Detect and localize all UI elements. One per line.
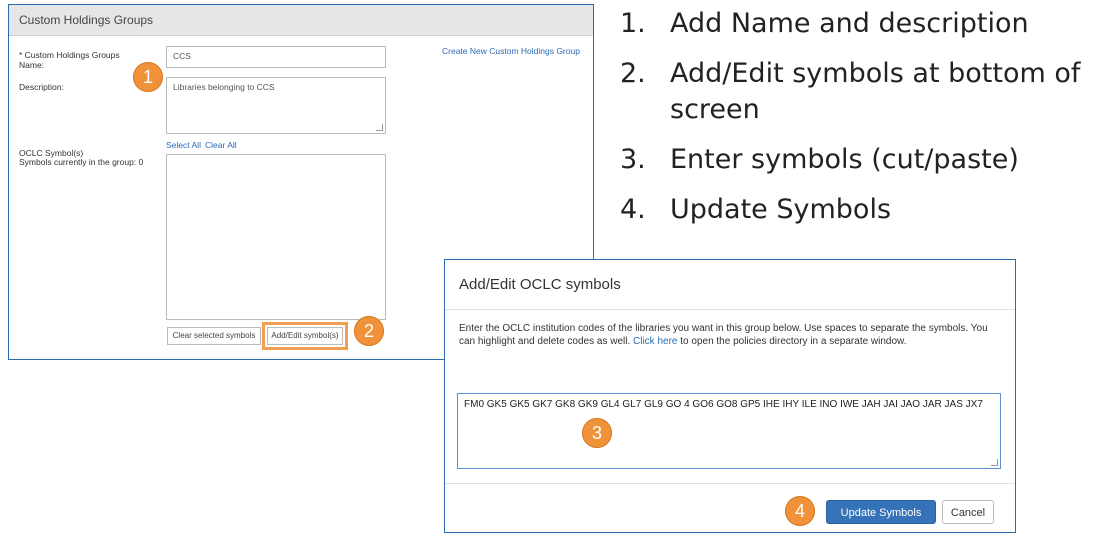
instruction-steps: 1. Add Name and description 2. Add/Edit sy… (620, 6, 1100, 242)
description-label: Description: (19, 82, 64, 92)
symbols-textarea[interactable]: FM0 GK5 GK5 GK7 GK8 GK9 GL4 GL7 GL9 GO 4… (457, 393, 1001, 469)
step-item: 3. Enter symbols (cut/paste) (620, 142, 1100, 178)
clear-selected-symbols-button[interactable]: Clear selected symbols (167, 327, 261, 345)
symbols-count: Symbols currently in the group: 0 (19, 157, 144, 167)
create-new-group-link[interactable]: Create New Custom Holdings Group (442, 46, 580, 56)
step-item: 1. Add Name and description (620, 6, 1100, 42)
step-number: 1. (620, 8, 646, 39)
step-badge-1: 1 (133, 62, 163, 92)
step-badge-4: 4 (785, 496, 815, 526)
symbols-value: FM0 GK5 GK5 GK7 GK8 GK9 GL4 GL7 GL9 GO 4… (464, 399, 983, 410)
step-number: 2. (620, 58, 646, 89)
step-badge-2: 2 (354, 316, 384, 346)
step-text: Add Name and description (670, 8, 1029, 39)
dialog-footer-divider (445, 483, 1015, 484)
policies-directory-link[interactable]: Click here (633, 336, 677, 347)
step-text: Add/Edit symbols at bottom of screen (670, 58, 1081, 125)
dialog-instructions: Enter the OCLC institution codes of the … (459, 322, 999, 348)
step-item: 2. Add/Edit symbols at bottom of screen (620, 56, 1100, 128)
add-edit-symbols-dialog: Add/Edit OCLC symbols Enter the OCLC ins… (444, 259, 1016, 533)
step-number: 4. (620, 194, 646, 225)
add-edit-highlight-box (262, 322, 348, 350)
group-name-input[interactable]: CCS (166, 46, 386, 68)
step-badge-3: 3 (582, 418, 612, 448)
dialog-header-divider (445, 309, 1015, 310)
step-number: 3. (620, 144, 646, 175)
resize-grip-icon[interactable] (991, 459, 998, 466)
step-text: Update Symbols (670, 194, 892, 225)
resize-grip-icon[interactable] (376, 124, 383, 131)
clear-all-link[interactable]: Clear All (205, 140, 237, 150)
select-all-link[interactable]: Select All (166, 140, 201, 150)
step-text: Enter symbols (cut/paste) (670, 144, 1019, 175)
description-value: Libraries belonging to CCS (173, 82, 275, 92)
panel-title: Custom Holdings Groups (9, 5, 593, 36)
oclc-symbols-listbox[interactable] (166, 154, 386, 320)
update-symbols-button[interactable]: Update Symbols (826, 500, 936, 524)
description-textarea[interactable]: Libraries belonging to CCS (166, 77, 386, 134)
cancel-button[interactable]: Cancel (942, 500, 994, 524)
dialog-title: Add/Edit OCLC symbols (459, 276, 621, 293)
step-item: 4. Update Symbols (620, 192, 1100, 228)
name-label: * Custom Holdings Groups Name: (19, 50, 120, 70)
instructions-text-end: to open the policies directory in a sepa… (677, 336, 907, 347)
